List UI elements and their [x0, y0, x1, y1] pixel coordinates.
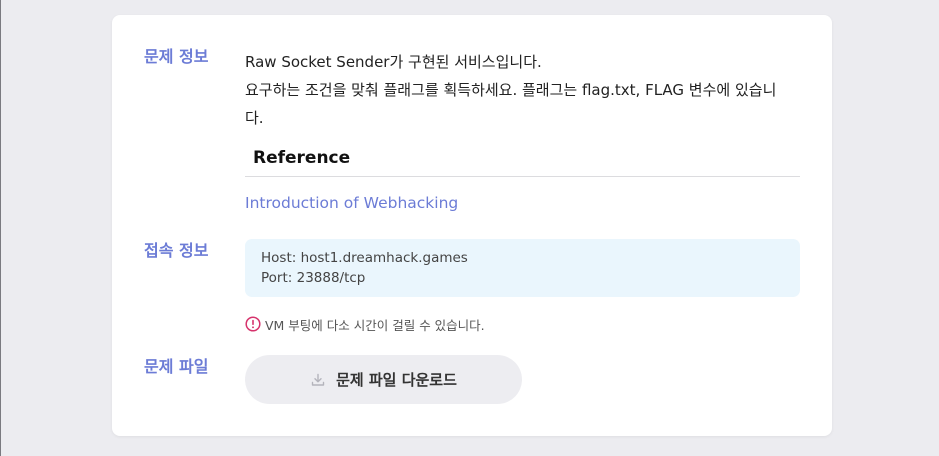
reference-link[interactable]: Introduction of Webhacking	[245, 194, 458, 212]
problem-description: Raw Socket Sender가 구현된 서비스입니다. 요구하는 조건을 …	[245, 48, 800, 132]
window-left-edge	[0, 0, 1, 456]
description-line: Raw Socket Sender가 구현된 서비스입니다.	[245, 53, 542, 71]
problem-file-label: 문제 파일	[144, 357, 209, 376]
exclamation-circle-icon	[245, 316, 261, 332]
download-icon	[311, 373, 325, 386]
challenge-info-card: 문제 정보 Raw Socket Sender가 구현된 서비스입니다. 요구하…	[112, 15, 832, 436]
download-button-label: 문제 파일 다운로드	[336, 371, 457, 389]
reference-heading: Reference	[245, 146, 800, 177]
reference-heading-text: Reference	[253, 148, 351, 168]
host-text: Host: host1.dreamhack.games	[261, 250, 468, 266]
connection-info-label: 접속 정보	[144, 241, 209, 260]
problem-info-label: 문제 정보	[144, 47, 209, 66]
connection-info-box: Host: host1.dreamhack.games Port: 23888/…	[245, 239, 800, 297]
vm-boot-notice-text: VM 부팅에 다소 시간이 걸릴 수 있습니다.	[265, 317, 485, 333]
description-line: 요구하는 조건을 맞춰 플래그를 획득하세요. 플래그는 flag.txt, F…	[245, 81, 777, 99]
description-line: 다.	[245, 109, 264, 127]
port-text: Port: 23888/tcp	[261, 270, 366, 286]
vm-boot-notice: VM 부팅에 다소 시간이 걸릴 수 있습니다.	[245, 314, 485, 334]
download-file-button[interactable]: 문제 파일 다운로드	[245, 355, 522, 404]
